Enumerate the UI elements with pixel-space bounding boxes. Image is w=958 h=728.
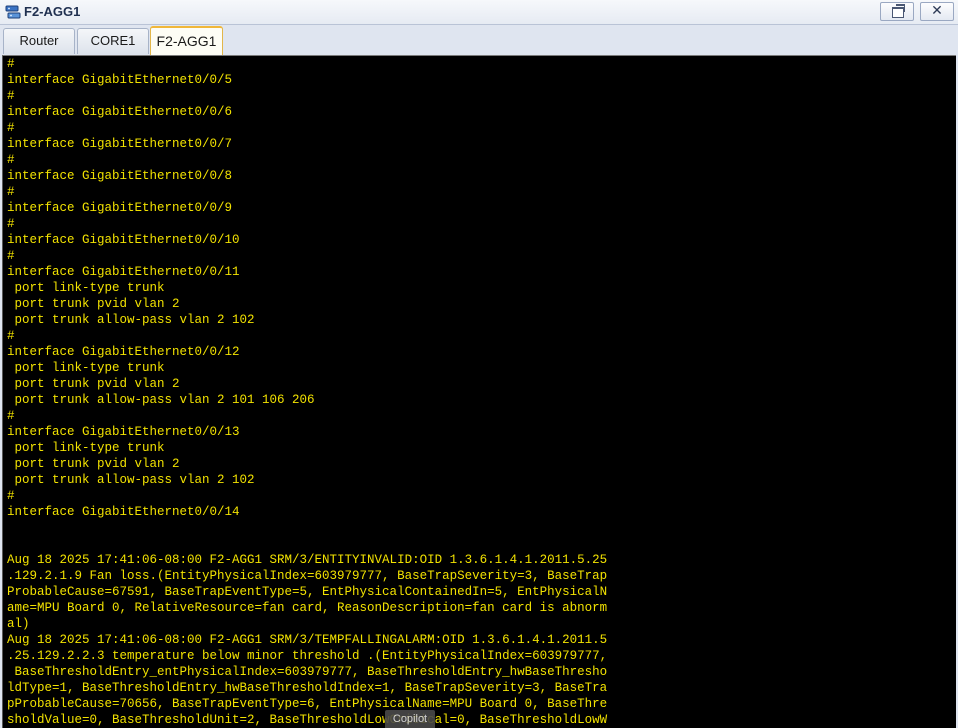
terminal-line: pProbableCause=70656, BaseTrapEventType=… [7,697,608,711]
terminal-line: port trunk allow-pass vlan 2 102 [7,473,255,487]
terminal-line: Aug 18 2025 17:41:06-08:00 F2-AGG1 SRM/3… [7,633,608,647]
terminal-line: ProbableCause=67591, BaseTrapEventType=5… [7,585,608,599]
network-device-icon [5,5,21,19]
terminal-line: # [7,121,15,135]
restore-button[interactable] [880,2,914,21]
terminal-line: port trunk pvid vlan 2 [7,297,180,311]
terminal-line: port link-type trunk [7,361,165,375]
terminal-output: # interface GigabitEthernet0/0/5 # interfac… [7,56,607,728]
terminal-line: sholdValue=0, BaseThresholdUnit=2, BaseT… [7,713,608,727]
terminal-line: interface GigabitEthernet0/0/14 [7,505,240,519]
terminal-line: Aug 18 2025 17:41:06-08:00 F2-AGG1 SRM/3… [7,553,608,567]
terminal-line: interface GigabitEthernet0/0/8 [7,169,233,183]
restore-window-icon [892,4,905,18]
terminal-line: # [7,409,15,423]
tab-router[interactable]: Router [3,28,75,54]
terminal-line: .25.129.2.2.3 temperature below minor th… [7,649,608,663]
close-button[interactable]: ✕ [920,2,954,21]
terminal-line: interface GigabitEthernet0/0/5 [7,73,233,87]
terminal-line: port link-type trunk [7,441,165,455]
app-window: F2-AGG1 ✕ Router CORE1 F2-AGG1 # interfac… [0,0,958,728]
title-bar[interactable]: F2-AGG1 ✕ [0,0,958,25]
terminal-line: # [7,217,15,231]
tab-f2-agg1[interactable]: F2-AGG1 [150,26,223,55]
terminal-line: port trunk allow-pass vlan 2 102 [7,313,255,327]
terminal-line: port trunk pvid vlan 2 [7,377,180,391]
terminal-line: ame=MPU Board 0, RelativeResource=fan ca… [7,601,608,615]
terminal-line: # [7,57,15,71]
terminal-line: # [7,249,15,263]
terminal-line: interface GigabitEthernet0/0/10 [7,233,240,247]
terminal-line: interface GigabitEthernet0/0/13 [7,425,240,439]
terminal-line: interface GigabitEthernet0/0/11 [7,265,240,279]
close-icon: ✕ [931,3,943,19]
terminal-line: port trunk allow-pass vlan 2 101 106 206 [7,393,315,407]
terminal-line: # [7,489,15,503]
terminal-line: # [7,185,15,199]
terminal-console[interactable]: # interface GigabitEthernet0/0/5 # interfac… [2,55,956,728]
terminal-line: # [7,153,15,167]
terminal-line: interface GigabitEthernet0/0/6 [7,105,233,119]
terminal-line: ldType=1, BaseThresholdEntry_hwBaseThres… [7,681,608,695]
terminal-line: port link-type trunk [7,281,165,295]
terminal-line: interface GigabitEthernet0/0/9 [7,201,233,215]
terminal-line: interface GigabitEthernet0/0/12 [7,345,240,359]
terminal-line: # [7,89,15,103]
terminal-line: al) [7,617,30,631]
tab-bar: Router CORE1 F2-AGG1 [0,25,958,55]
window-title: F2-AGG1 [24,4,81,19]
terminal-line: .129.2.1.9 Fan loss.(EntityPhysicalIndex… [7,569,608,583]
terminal-line: interface GigabitEthernet0/0/7 [7,137,233,151]
terminal-line: # [7,329,15,343]
terminal-line: BaseThresholdEntry_entPhysicalIndex=6039… [7,665,608,679]
terminal-line: port trunk pvid vlan 2 [7,457,180,471]
copilot-overlay-button[interactable]: Copilot [385,710,435,728]
tab-core1[interactable]: CORE1 [77,28,149,54]
